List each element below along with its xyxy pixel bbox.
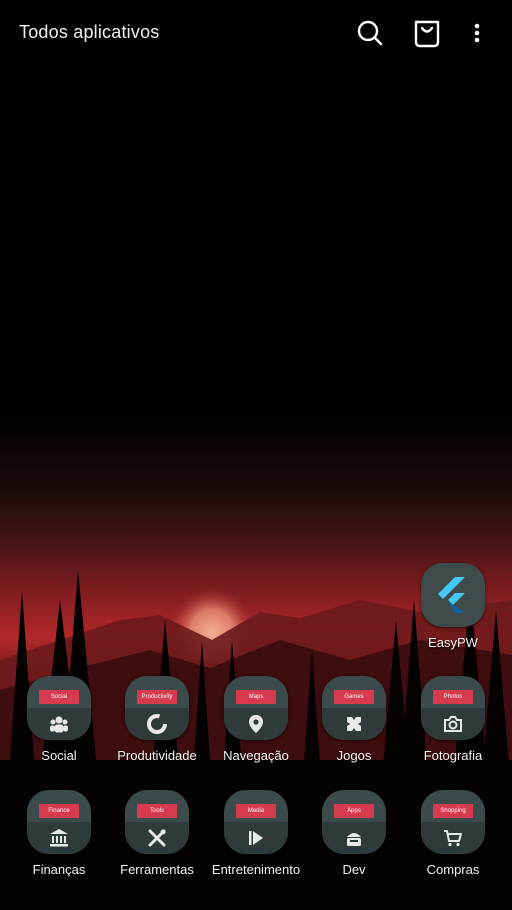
bank-icon: [50, 829, 68, 847]
folder-label: Navegação: [223, 748, 289, 763]
folder-icon: Shopping: [421, 790, 485, 854]
folder-tag: Productivity: [137, 690, 177, 704]
folder-navegacao[interactable]: Maps Navegação: [206, 676, 306, 763]
tools-icon: [148, 829, 166, 847]
folder-tag: Apps: [334, 804, 374, 818]
gamepad-icon: [347, 717, 361, 731]
folder-label: Entretenimento: [211, 862, 301, 877]
cart-icon: [444, 830, 462, 847]
folder-label: Finanças: [32, 862, 86, 877]
store-bag-icon[interactable]: [412, 18, 442, 48]
pie-icon: [147, 714, 167, 734]
folder-fotografia[interactable]: Photos Fotografia: [403, 676, 503, 763]
folder-tag: Maps: [236, 690, 276, 704]
folder-compras[interactable]: Shopping Compras: [403, 790, 503, 877]
map-pin-icon: [249, 715, 263, 733]
folder-label: Compras: [426, 862, 480, 877]
folder-label: Produtividade: [117, 748, 197, 763]
page-title: Todos aplicativos: [19, 22, 160, 42]
people-icon: [50, 716, 68, 733]
android-icon: [347, 833, 361, 846]
folder-icon: Apps: [322, 790, 386, 854]
folder-financas[interactable]: Finance Finanças: [9, 790, 109, 877]
more-vert-icon[interactable]: [462, 18, 492, 48]
folder-tag: Media: [236, 804, 276, 818]
folder-icon: Social: [27, 676, 91, 740]
folder-icon: Productivity: [125, 676, 189, 740]
folder-label: Fotografia: [423, 748, 483, 763]
search-icon[interactable]: [355, 18, 385, 48]
folder-icon: Media: [224, 790, 288, 854]
folder-label: Social: [41, 748, 77, 763]
folder-entretenimento[interactable]: Media Entretenimento: [206, 790, 306, 877]
folder-tag: Photos: [433, 690, 473, 704]
folder-tag: Shopping: [433, 804, 473, 818]
folder-produtividade[interactable]: Productivity Produtividade: [107, 676, 207, 763]
app-icon: [421, 563, 485, 627]
top-bar: Todos aplicativos: [0, 0, 512, 66]
app-easypw[interactable]: EasyPW: [403, 563, 503, 650]
folder-label: Jogos: [336, 748, 372, 763]
folder-icon: Maps: [224, 676, 288, 740]
play-icon: [249, 831, 263, 845]
folder-ferramentas[interactable]: Tools Ferramentas: [107, 790, 207, 877]
folder-icon: Photos: [421, 676, 485, 740]
folder-social[interactable]: Social Social: [9, 676, 109, 763]
folder-tag: Tools: [137, 804, 177, 818]
folder-tag: Games: [334, 690, 374, 704]
folder-icon: Finance: [27, 790, 91, 854]
folder-tag: Social: [39, 690, 79, 704]
folder-label: Dev: [342, 862, 366, 877]
folder-label: Ferramentas: [120, 862, 194, 877]
camera-icon: [444, 716, 462, 732]
app-label: EasyPW: [428, 635, 478, 650]
folder-dev[interactable]: Apps Dev: [304, 790, 404, 877]
folder-tag: Finance: [39, 804, 79, 818]
folder-icon: Games: [322, 676, 386, 740]
folder-icon: Tools: [125, 790, 189, 854]
wallpaper-image: [0, 0, 512, 910]
flutter-icon: [438, 577, 465, 613]
folder-jogos[interactable]: Games Jogos: [304, 676, 404, 763]
